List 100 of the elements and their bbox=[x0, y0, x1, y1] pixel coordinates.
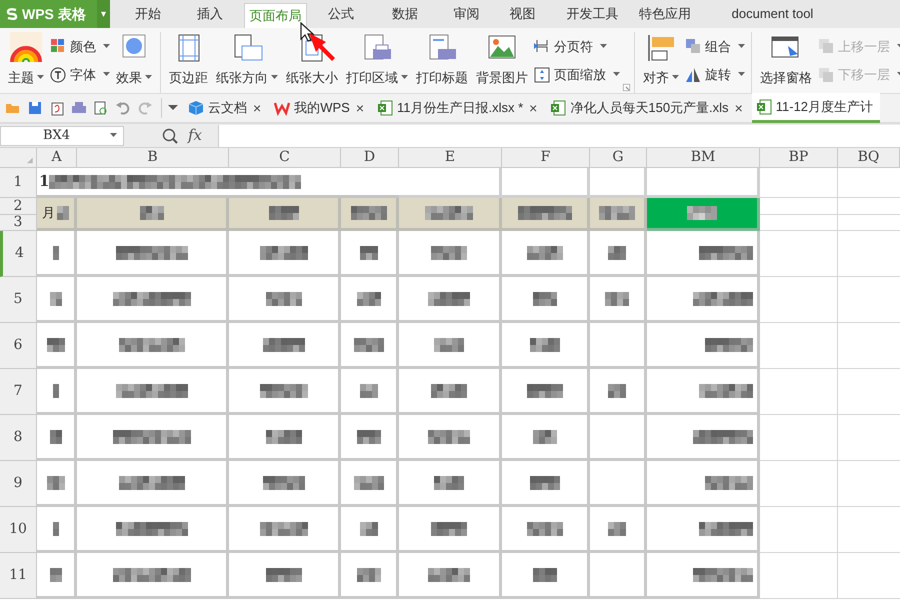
blurred-text-drawing bbox=[428, 568, 470, 582]
menu-tab[interactable]: 插入 bbox=[180, 0, 240, 28]
dialog-launcher-icon[interactable] bbox=[623, 84, 630, 91]
blurred-text-drawing bbox=[687, 206, 717, 220]
blurred-text-drawing bbox=[350, 206, 386, 220]
column-header[interactable]: A bbox=[37, 148, 77, 168]
blurred-text-drawing bbox=[532, 430, 556, 444]
close-tab-button[interactable]: × bbox=[251, 98, 264, 118]
ribbon-button[interactable]: 页面缩放 bbox=[534, 65, 620, 84]
ribbon-button[interactable]: 旋转 bbox=[685, 65, 745, 84]
row-header[interactable]: 9 bbox=[0, 461, 37, 507]
row-header[interactable]: 6 bbox=[0, 323, 37, 369]
cell-text: 1 bbox=[39, 171, 50, 192]
ribbon-button[interactable]: 纸张方向 bbox=[214, 32, 280, 93]
ribbon-button[interactable]: 组合 bbox=[685, 36, 745, 56]
column-header[interactable]: BM bbox=[647, 148, 760, 168]
row-header[interactable]: 2 bbox=[0, 198, 37, 215]
ribbon-button[interactable]: 分页符 bbox=[534, 36, 620, 56]
ribbon-button[interactable]: 选择窗格 bbox=[758, 32, 814, 93]
blurred-text-drawing bbox=[605, 292, 629, 306]
blurred-text-drawing bbox=[608, 246, 626, 260]
blurred-text-drawing bbox=[260, 522, 308, 536]
ribbon-button[interactable]: 颜色 bbox=[50, 36, 110, 56]
blurred-text-drawing bbox=[431, 522, 467, 536]
save-icon[interactable] bbox=[27, 100, 43, 116]
redo-icon[interactable] bbox=[137, 100, 153, 116]
menu-tab[interactable]: 审阅 bbox=[438, 0, 495, 28]
blurred-text-drawing bbox=[425, 206, 473, 220]
dropdown-icon[interactable] bbox=[168, 105, 178, 111]
menu-tab[interactable]: 公式 bbox=[310, 0, 372, 28]
menu-tab[interactable]: 数据 bbox=[375, 0, 435, 28]
ribbon-button[interactable]: 效果 bbox=[114, 32, 154, 93]
blurred-text-drawing bbox=[428, 292, 470, 306]
close-tab-button[interactable]: × bbox=[354, 98, 366, 118]
row-header[interactable]: 4 bbox=[0, 231, 37, 277]
blurred-text-drawing bbox=[532, 292, 556, 306]
ribbon-button[interactable]: 对齐 bbox=[641, 32, 681, 93]
caret-icon bbox=[738, 72, 745, 78]
print-icon[interactable] bbox=[71, 100, 87, 116]
caret-icon bbox=[145, 74, 152, 80]
name-box[interactable]: BX4 bbox=[0, 126, 124, 146]
undo-icon[interactable] bbox=[115, 100, 131, 116]
blurred-text-drawing bbox=[356, 430, 380, 444]
function-label[interactable]: fx bbox=[188, 124, 202, 147]
menu-tab[interactable]: 页面布局 bbox=[244, 3, 307, 28]
ribbon-button[interactable]: 背景图片 bbox=[474, 32, 530, 93]
row-header[interactable]: 3 bbox=[0, 215, 37, 231]
column-header[interactable]: F bbox=[502, 148, 590, 168]
document-tab[interactable]: 11月份生产日报.xlsx * × bbox=[373, 93, 546, 123]
close-tab-button[interactable]: × bbox=[527, 98, 540, 118]
menu-tab[interactable]: 特色应用 bbox=[630, 0, 700, 28]
blurred-text-drawing bbox=[354, 338, 384, 352]
column-header[interactable]: B bbox=[77, 148, 229, 168]
row-header[interactable]: 1 bbox=[0, 168, 37, 198]
ribbon-button[interactable]: 打印标题 bbox=[414, 32, 470, 93]
row-header[interactable]: 7 bbox=[0, 369, 37, 415]
blurred-text-drawing bbox=[260, 246, 308, 260]
ribbon-button[interactable]: 主题 bbox=[6, 32, 46, 93]
menu-tab[interactable]: 视图 bbox=[495, 0, 550, 28]
caret-icon bbox=[110, 133, 117, 138]
row-header[interactable]: 10 bbox=[0, 507, 37, 553]
close-tab-button[interactable]: × bbox=[732, 98, 745, 118]
blurred-text-drawing bbox=[50, 292, 62, 306]
print-preview-icon[interactable] bbox=[93, 100, 109, 116]
menu-tab[interactable]: 开发工具 bbox=[555, 0, 630, 28]
bring-forward-icon bbox=[818, 38, 834, 54]
column-header[interactable]: C bbox=[229, 148, 341, 168]
ribbon-button[interactable]: 字体 bbox=[50, 65, 110, 84]
ribbon-button[interactable]: 打印区域 bbox=[344, 32, 410, 93]
blurred-text-drawing bbox=[705, 476, 753, 490]
app-dropdown-button[interactable]: ▾ bbox=[97, 0, 110, 28]
row-header[interactable]: 5 bbox=[0, 277, 37, 323]
column-header[interactable]: BP bbox=[760, 148, 838, 168]
ribbon-button[interactable]: 页边距 bbox=[167, 32, 210, 93]
menu-tab[interactable]: document tool bbox=[705, 0, 840, 28]
search-icon[interactable] bbox=[162, 128, 178, 144]
blurred-text-drawing bbox=[530, 476, 560, 490]
pdf-export-icon[interactable] bbox=[49, 100, 65, 116]
row-header[interactable]: 11 bbox=[0, 553, 37, 599]
document-tab[interactable]: 净化人员每天150元产量.xls × bbox=[546, 93, 752, 123]
column-header[interactable]: BQ bbox=[838, 148, 900, 168]
blurred-text-drawing bbox=[262, 476, 304, 490]
blurred-text-drawing bbox=[526, 384, 562, 398]
document-tab[interactable]: 我的WPS × bbox=[270, 93, 373, 123]
document-tab[interactable]: 11-12月度生产计 bbox=[752, 93, 880, 123]
blurred-text-drawing bbox=[268, 206, 298, 220]
column-header[interactable]: E bbox=[399, 148, 502, 168]
caret-icon bbox=[672, 74, 679, 80]
column-header[interactable]: D bbox=[341, 148, 399, 168]
blurred-text-drawing bbox=[266, 430, 302, 444]
document-tab[interactable]: 云文档 × bbox=[184, 93, 270, 123]
caret-icon bbox=[401, 74, 408, 80]
row-header[interactable]: 8 bbox=[0, 415, 37, 461]
formula-input-field[interactable] bbox=[218, 124, 900, 146]
page-break-icon bbox=[534, 38, 550, 54]
column-header[interactable]: G bbox=[590, 148, 647, 168]
caret-icon bbox=[613, 72, 620, 78]
spreadsheet-file-icon bbox=[550, 100, 566, 116]
blurred-text-drawing bbox=[699, 384, 753, 398]
menu-tab[interactable]: 开始 bbox=[118, 0, 178, 28]
